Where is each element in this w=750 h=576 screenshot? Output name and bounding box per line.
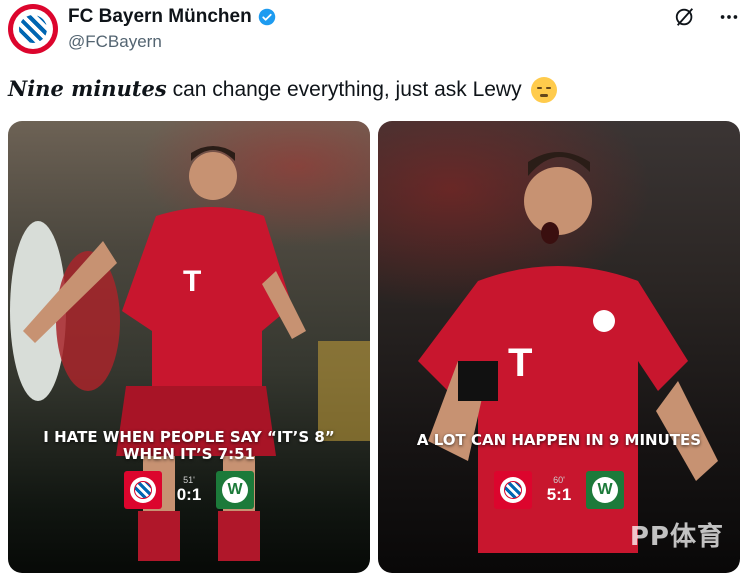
svg-text:T: T xyxy=(508,341,532,385)
match-score: 5:1 xyxy=(546,485,572,504)
tweet-image-2[interactable]: T A LOT CAN HAPPEN IN 9 MINUTES 60' 5:1 … xyxy=(378,121,740,573)
wolfsburg-crest-icon: W xyxy=(586,471,624,509)
match-minute: 51' xyxy=(183,475,195,485)
tweet-text: Nine minutes can change everything, just… xyxy=(8,76,558,104)
handle[interactable]: @FCBayern xyxy=(68,32,162,52)
verified-badge-icon xyxy=(258,8,275,26)
disappointed-face-icon xyxy=(531,77,558,104)
caption-line: I HATE WHEN PEOPLE SAY “IT’S 8” xyxy=(43,428,335,446)
svg-text:T: T xyxy=(183,265,201,298)
scoreline: 60' 5:1 W xyxy=(378,471,740,509)
caption-line: A LOT CAN HAPPEN IN 9 MINUTES xyxy=(416,431,702,449)
tweet-text-body: can change everything, just ask Lewy xyxy=(166,78,522,101)
wolfsburg-crest-icon: W xyxy=(216,471,254,509)
bayern-logo-icon xyxy=(19,15,47,43)
match-minute: 60' xyxy=(553,475,565,485)
bayern-crest-icon xyxy=(124,471,162,509)
tweet-image-1[interactable]: T I HATE WHEN PEOPLE SAY “IT’S 8” WHEN I… xyxy=(8,121,370,573)
avatar[interactable] xyxy=(8,4,58,54)
tweet-text-emphasis: Nine minutes xyxy=(8,76,167,101)
more-icon[interactable] xyxy=(716,4,742,30)
grok-icon[interactable] xyxy=(672,4,698,30)
caption-line: WHEN IT’S 7:51 xyxy=(123,445,255,463)
match-score: 0:1 xyxy=(176,485,202,504)
pp-sports-watermark: PP体育 xyxy=(629,522,724,552)
bayern-crest-icon xyxy=(494,471,532,509)
scoreline: 51' 0:1 W xyxy=(8,471,370,509)
display-name[interactable]: FC Bayern München xyxy=(68,6,252,28)
